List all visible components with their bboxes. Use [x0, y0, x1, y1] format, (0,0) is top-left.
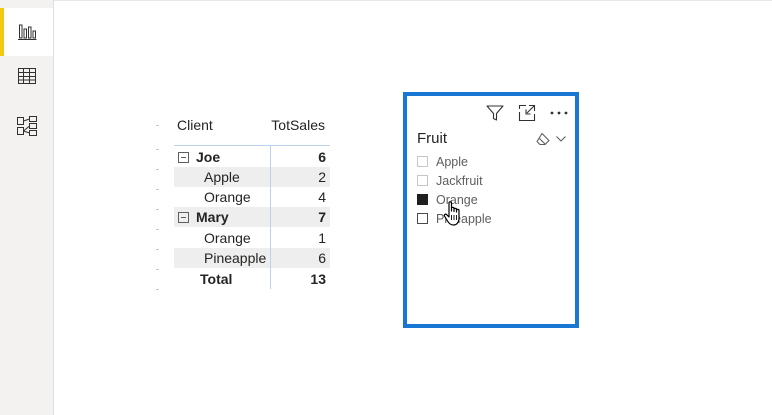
- model-diagram-icon: [16, 116, 37, 136]
- row-value: 1: [318, 230, 326, 246]
- filter-icon[interactable]: [485, 103, 505, 123]
- slicer-item-label: Apple: [436, 154, 468, 169]
- matrix-row-mary-pineapple[interactable]: Pineapple 6: [174, 248, 330, 268]
- row-label: Mary: [196, 209, 229, 225]
- data-view-button[interactable]: [0, 52, 53, 100]
- row-value: 6: [318, 250, 326, 266]
- view-switcher-rail: [0, 0, 54, 415]
- chevron-down-icon[interactable]: [555, 134, 567, 144]
- hand-cursor-icon: [443, 201, 460, 226]
- matrix-visual[interactable]: Client TotSales Joe 6 Apple 2 Orange 4 M…: [156, 113, 335, 293]
- slicer-item-jackfruit[interactable]: Jackfruit: [417, 171, 492, 190]
- matrix-row-joe-orange[interactable]: Orange 4: [174, 187, 330, 207]
- report-canvas: Client TotSales Joe 6 Apple 2 Orange 4 M…: [0, 0, 772, 415]
- matrix-edge-marks: [156, 125, 168, 295]
- slicer-item-apple[interactable]: Apple: [417, 152, 492, 171]
- row-value: 2: [318, 169, 326, 185]
- collapse-toggle-icon[interactable]: [178, 152, 189, 163]
- matrix-row-mary-orange[interactable]: Orange 1: [174, 228, 330, 248]
- row-label: Total: [200, 271, 233, 287]
- row-label: Orange: [204, 189, 251, 205]
- checkbox[interactable]: [417, 156, 428, 167]
- slicer-item-label: Jackfruit: [436, 173, 483, 188]
- row-label: Joe: [196, 149, 221, 165]
- header-divider: [174, 145, 330, 146]
- focus-mode-icon[interactable]: [517, 103, 537, 123]
- row-value: 13: [310, 271, 326, 287]
- fruit-slicer[interactable]: Fruit Apple Jackfruit Orange Pineapple: [403, 92, 579, 328]
- more-options-icon[interactable]: [549, 103, 569, 123]
- column-header-client[interactable]: Client: [177, 117, 213, 133]
- matrix-row-total[interactable]: Total 13: [174, 269, 330, 289]
- model-view-button[interactable]: [0, 102, 53, 150]
- column-header-totsales[interactable]: TotSales: [271, 117, 325, 133]
- checkbox[interactable]: [417, 175, 428, 186]
- matrix-row-joe-apple[interactable]: Apple 2: [174, 167, 330, 187]
- row-label: Apple: [204, 169, 240, 185]
- matrix-row-joe[interactable]: Joe 6: [174, 147, 330, 167]
- row-label: Orange: [204, 230, 251, 246]
- collapse-toggle-icon[interactable]: [178, 212, 189, 223]
- matrix-row-mary[interactable]: Mary 7: [174, 207, 330, 227]
- report-view-button[interactable]: [0, 8, 53, 56]
- slicer-header-tools: [535, 132, 567, 146]
- bar-chart-icon: [17, 24, 36, 40]
- slicer-title: Fruit: [417, 130, 447, 147]
- eraser-icon[interactable]: [535, 132, 551, 146]
- row-value: 4: [318, 189, 326, 205]
- top-divider: [54, 0, 772, 1]
- table-grid-icon: [17, 68, 36, 84]
- checkbox-checked[interactable]: [417, 194, 428, 205]
- row-value: 6: [318, 149, 326, 165]
- visual-header-toolbar: [485, 102, 569, 124]
- checkbox[interactable]: [417, 213, 428, 224]
- row-value: 7: [318, 209, 326, 225]
- row-label: Pineapple: [204, 250, 267, 266]
- column-divider: [270, 145, 271, 289]
